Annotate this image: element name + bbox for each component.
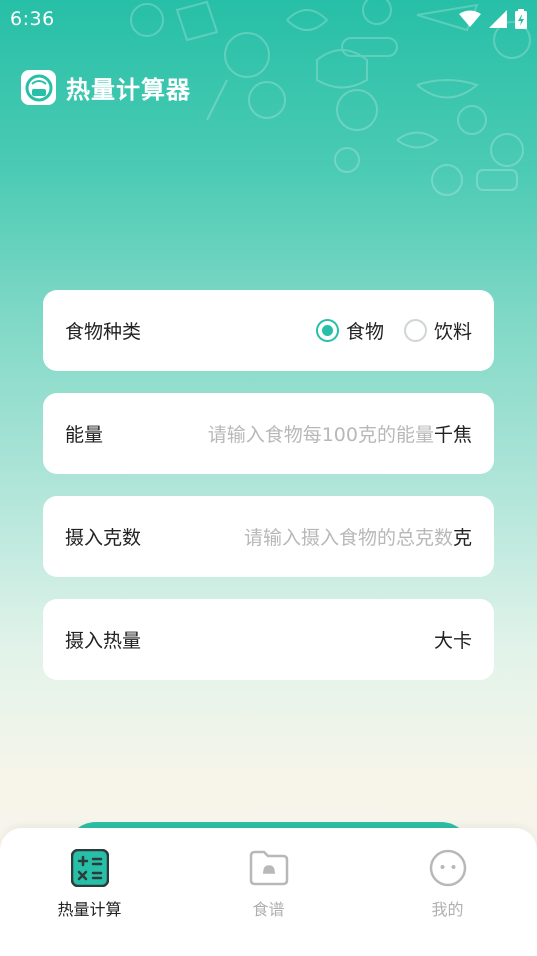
radio-drink-label: 饮料 bbox=[433, 321, 472, 343]
grams-unit: 克 bbox=[452, 527, 472, 549]
food-type-radio-group: 食物 饮料 bbox=[315, 317, 472, 344]
food-doodle-illustration bbox=[130, 0, 531, 196]
grams-label: 摄入克数 bbox=[65, 527, 142, 549]
kcal-scale-icon bbox=[25, 74, 52, 101]
radio-drink[interactable]: 饮料 bbox=[403, 317, 472, 344]
energy-unit: 千焦 bbox=[433, 424, 472, 446]
grams-input[interactable]: 请输入摄入食物的总克数 bbox=[244, 523, 453, 550]
nav-label-recipes: 食谱 bbox=[252, 900, 285, 919]
calories-card: 摄入热量 大卡 bbox=[43, 599, 494, 680]
radio-food[interactable]: 食物 bbox=[315, 317, 384, 344]
calories-unit: 大卡 bbox=[433, 630, 472, 652]
status-time: 6:36 bbox=[10, 8, 55, 30]
calculator-icon bbox=[70, 848, 110, 888]
energy-label: 能量 bbox=[65, 424, 104, 446]
app-header: 热量计算器 bbox=[21, 70, 191, 105]
profile-face-icon bbox=[428, 848, 468, 888]
nav-label-profile: 我的 bbox=[431, 900, 464, 919]
app-title: 热量计算器 bbox=[66, 76, 191, 104]
nav-item-calculator[interactable]: 热量计算 bbox=[20, 848, 160, 956]
calories-label: 摄入热量 bbox=[65, 630, 142, 652]
radio-food-circle[interactable] bbox=[315, 319, 339, 342]
food-type-card: 食物种类 食物 饮料 bbox=[43, 290, 494, 371]
radio-food-label: 食物 bbox=[345, 321, 384, 343]
bottom-nav: 热量计算 食谱 我的 bbox=[0, 828, 537, 956]
grams-card: 摄入克数 请输入摄入食物的总克数 克 bbox=[43, 496, 494, 577]
nav-item-recipes[interactable]: 食谱 bbox=[199, 848, 339, 956]
nav-item-profile[interactable]: 我的 bbox=[378, 848, 518, 956]
food-type-label: 食物种类 bbox=[65, 321, 142, 343]
energy-input[interactable]: 请输入食物每100克的能量 bbox=[208, 420, 434, 447]
energy-card: 能量 请输入食物每100克的能量 千焦 bbox=[43, 393, 494, 474]
nav-label-calculator: 热量计算 bbox=[57, 900, 122, 919]
app-logo bbox=[21, 70, 56, 105]
radio-drink-circle[interactable] bbox=[403, 319, 427, 342]
recipe-folder-icon bbox=[249, 848, 289, 888]
